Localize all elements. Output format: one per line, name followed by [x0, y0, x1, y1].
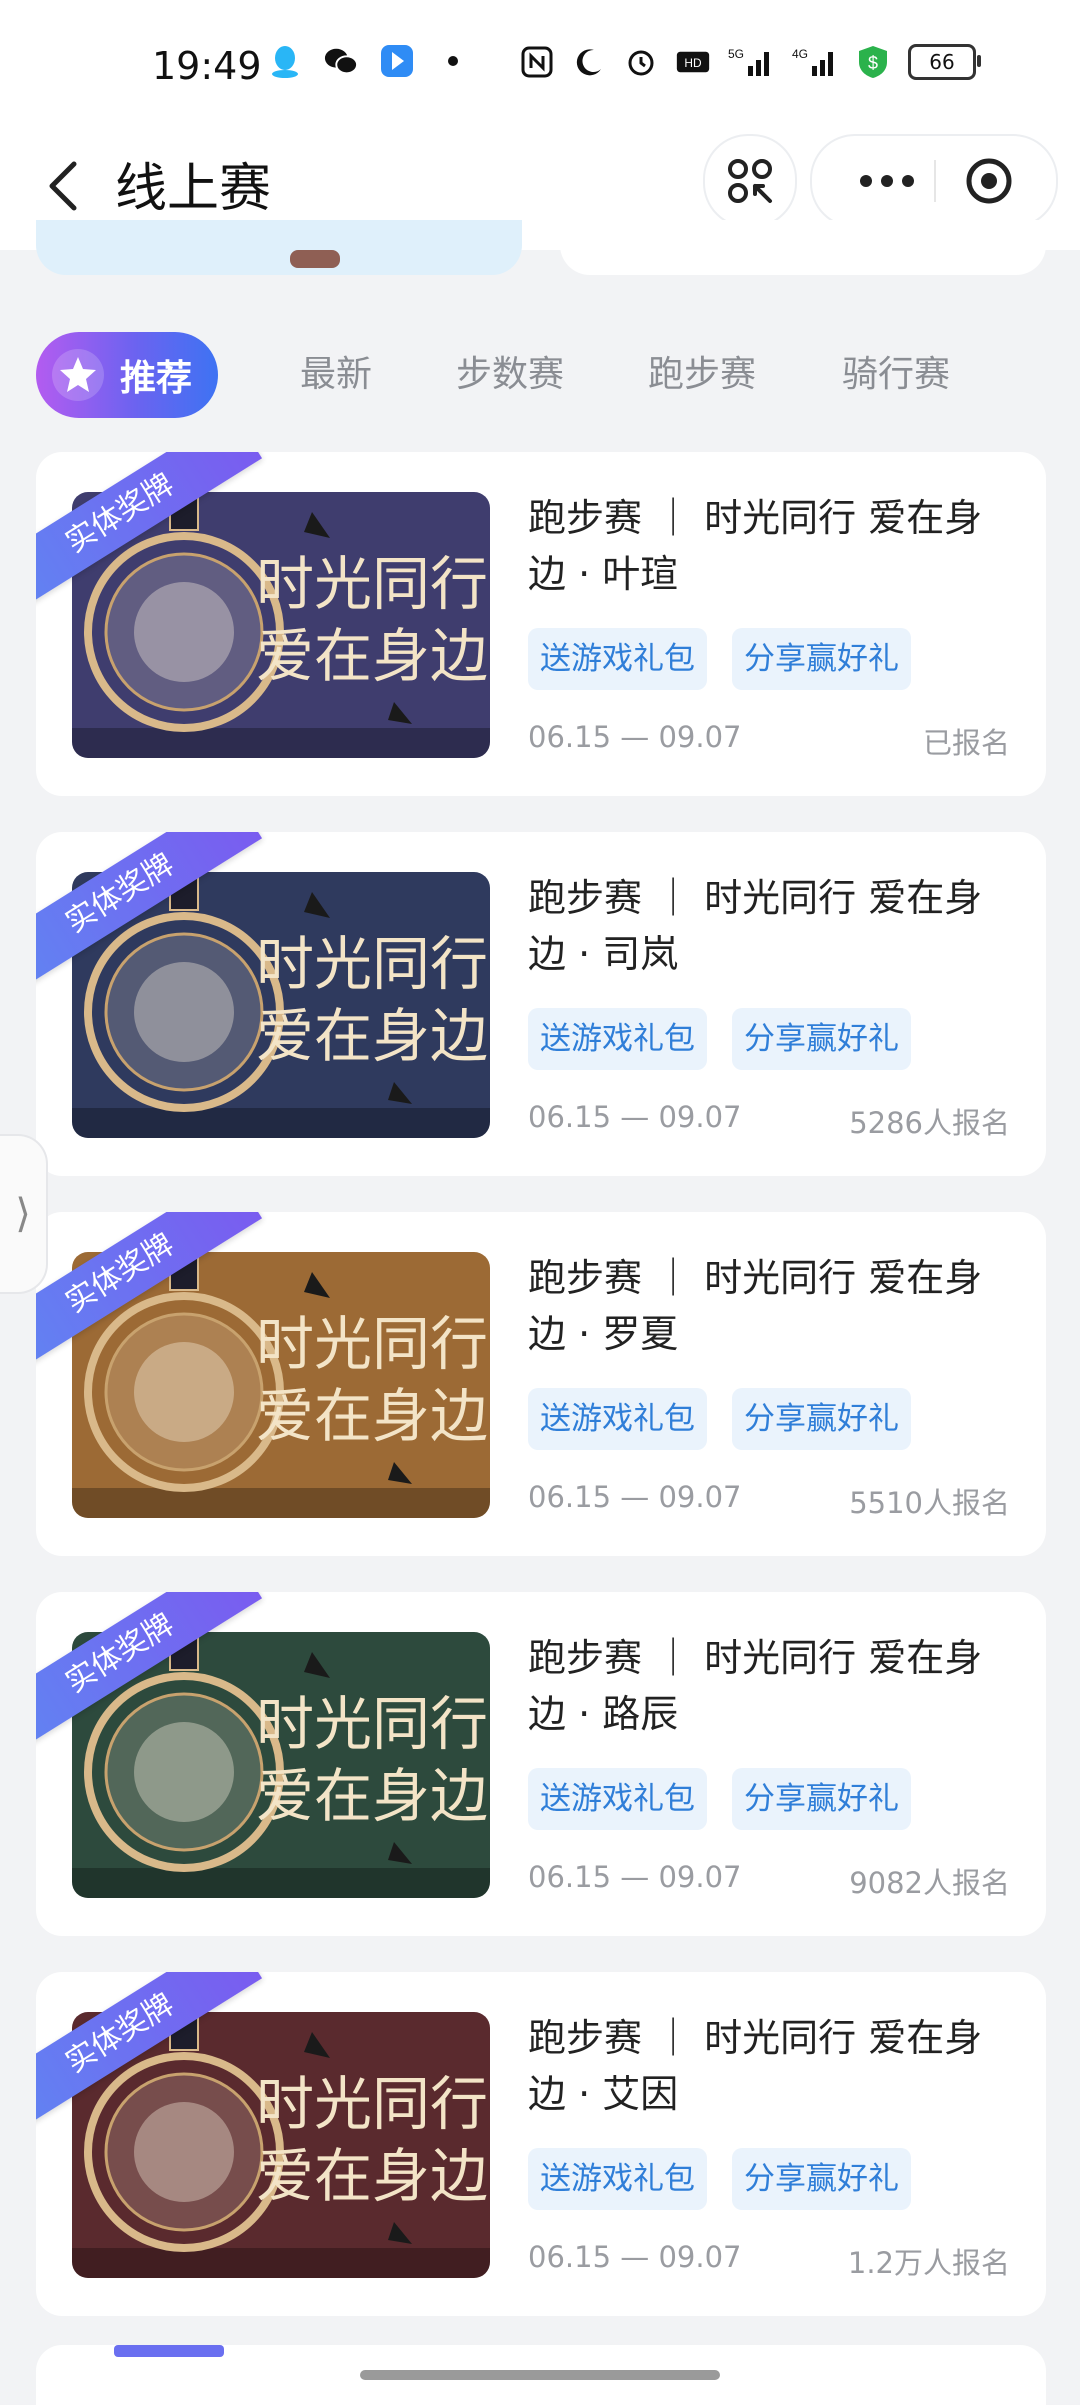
signup-status: 1.2万人报名	[847, 2246, 1010, 2280]
thumb-text-line2: 爱在身边	[256, 622, 488, 690]
shield-icon: $	[856, 45, 890, 79]
app-icon	[380, 44, 414, 78]
tag-game-gift: 送游戏礼包	[528, 628, 707, 690]
tag-share-reward: 分享赢好礼	[732, 1008, 911, 1070]
tag-game-gift: 送游戏礼包	[528, 1768, 707, 1830]
nfc-icon	[520, 45, 554, 79]
signup-status: 9082人报名	[849, 1866, 1010, 1900]
tag-game-gift: 送游戏礼包	[528, 2148, 707, 2210]
qq-icon	[268, 44, 302, 78]
race-date-range: 06.15 — 09.07	[528, 2240, 742, 2274]
banner-right[interactable]	[560, 220, 1046, 275]
svg-text:HD: HD	[684, 56, 702, 70]
target-icon	[966, 158, 1012, 204]
race-date-range: 06.15 — 09.07	[528, 1860, 742, 1894]
battery-indicator: 66	[908, 44, 981, 80]
race-card[interactable]: 时光同行 爱在身边 实体奖牌 跑步赛 ｜ 时光同行 爱在身边 · 叶瑄 送游戏礼…	[36, 452, 1046, 796]
thumb-text-line1: 时光同行	[256, 1310, 488, 1378]
race-date-range: 06.15 — 09.07	[528, 720, 742, 754]
race-date-range: 06.15 — 09.07	[528, 1480, 742, 1514]
tab-recommended[interactable]: 推荐	[36, 332, 218, 418]
race-card[interactable]: 时光同行 爱在身边 实体奖牌 跑步赛 ｜ 时光同行 爱在身边 · 艾因 送游戏礼…	[36, 1972, 1046, 2316]
signup-status: 5510人报名	[849, 1486, 1010, 1520]
tab-cycling[interactable]: 骑行赛	[842, 332, 950, 418]
expand-chevron-icon: ⟩	[15, 1191, 31, 1237]
race-card[interactable]: 时光同行 爱在身边 实体奖牌 跑步赛 ｜ 时光同行 爱在身边 · 路辰 送游戏礼…	[36, 1592, 1046, 1936]
signup-status: 已报名	[922, 726, 1010, 760]
tag-share-reward: 分享赢好礼	[732, 2148, 911, 2210]
more-button[interactable]	[842, 158, 932, 204]
category-tabs: 推荐 最新 步数赛 跑步赛 骑行赛	[36, 332, 1046, 420]
thumb-text-line2: 爱在身边	[256, 1382, 488, 1450]
scan-button[interactable]	[703, 134, 797, 228]
hd-icon: HD	[676, 45, 710, 79]
moon-icon	[572, 45, 606, 79]
thumb-text-line1: 时光同行	[256, 1690, 488, 1758]
page-title: 线上赛	[115, 159, 272, 219]
close-miniapp-button[interactable]	[964, 156, 1014, 206]
tag-share-reward: 分享赢好礼	[732, 1768, 911, 1830]
more-dot-icon	[881, 175, 893, 187]
banner-decoration	[290, 250, 340, 268]
scan-icon	[728, 159, 772, 203]
5g-signal-icon: 5G	[728, 45, 774, 79]
tag-game-gift: 送游戏礼包	[528, 1388, 707, 1450]
banner-left[interactable]	[36, 220, 522, 275]
side-expand-handle[interactable]: ⟩	[0, 1134, 48, 1294]
race-card[interactable]: 时光同行 爱在身边 实体奖牌 跑步赛 ｜ 时光同行 爱在身边 · 罗夏 送游戏礼…	[36, 1212, 1046, 1556]
next-card-ribbon	[114, 2345, 224, 2357]
status-time: 19:49	[152, 44, 262, 88]
battery-level: 66	[929, 50, 955, 74]
tag-share-reward: 分享赢好礼	[732, 1388, 911, 1450]
more-dot-icon	[860, 175, 872, 187]
tag-share-reward: 分享赢好礼	[732, 628, 911, 690]
tab-label: 推荐	[120, 358, 193, 399]
svg-text:$: $	[868, 53, 878, 73]
race-title: 跑步赛 ｜ 时光同行 爱在身边 · 路辰	[528, 1636, 983, 1736]
race-title: 跑步赛 ｜ 时光同行 爱在身边 · 罗夏	[528, 1256, 983, 1356]
status-left-icons	[268, 44, 470, 78]
alarm-icon	[624, 45, 658, 79]
thumb-text-line2: 爱在身边	[256, 1002, 488, 1070]
star-icon	[52, 349, 104, 401]
more-dot-icon	[902, 175, 914, 187]
tab-latest[interactable]: 最新	[300, 332, 372, 418]
capsule-divider	[934, 160, 936, 202]
tab-steps[interactable]: 步数赛	[456, 332, 564, 418]
tag-game-gift: 送游戏礼包	[528, 1008, 707, 1070]
thumb-text-line2: 爱在身边	[256, 2142, 488, 2210]
svg-text:5G: 5G	[728, 47, 744, 61]
4g-signal-icon: 4G	[792, 45, 838, 79]
race-card[interactable]: 时光同行 爱在身边 实体奖牌 跑步赛 ｜ 时光同行 爱在身边 · 司岚 送游戏礼…	[36, 832, 1046, 1176]
wechat-icon	[324, 44, 358, 78]
race-title: 跑步赛 ｜ 时光同行 爱在身边 · 叶瑄	[528, 496, 983, 596]
tab-running[interactable]: 跑步赛	[648, 332, 756, 418]
chevron-left-icon	[49, 161, 77, 211]
thumb-text-line1: 时光同行	[256, 2070, 488, 2138]
race-title: 跑步赛 ｜ 时光同行 爱在身边 · 司岚	[528, 876, 983, 976]
back-button[interactable]	[34, 150, 104, 220]
home-indicator[interactable]	[360, 2370, 720, 2380]
status-bar: 19:49 HD 5G 4G $ 66	[0, 0, 1080, 120]
thumb-text-line1: 时光同行	[256, 550, 488, 618]
signup-status: 5286人报名	[849, 1106, 1010, 1140]
miniapp-capsule	[810, 134, 1058, 228]
race-date-range: 06.15 — 09.07	[528, 1100, 742, 1134]
svg-text:4G: 4G	[792, 47, 808, 61]
dot-icon	[436, 44, 470, 78]
status-right-icons: HD 5G 4G $ 66	[520, 44, 981, 80]
race-title: 跑步赛 ｜ 时光同行 爱在身边 · 艾因	[528, 2016, 983, 2116]
thumb-text-line2: 爱在身边	[256, 1762, 488, 1830]
thumb-text-line1: 时光同行	[256, 930, 488, 998]
